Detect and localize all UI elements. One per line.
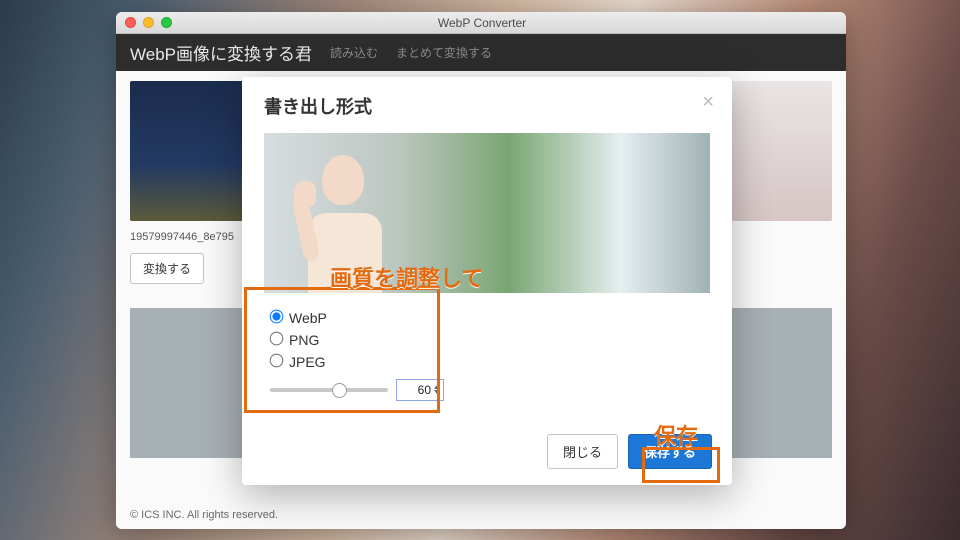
window-title: WebP Converter: [118, 16, 846, 30]
dialog-title: 書き出し形式: [264, 93, 710, 119]
app-title: WebP画像に変換する君: [130, 40, 312, 65]
convert-button[interactable]: 変換する: [130, 253, 204, 284]
close-icon[interactable]: ×: [702, 91, 714, 114]
nav-batch-convert[interactable]: まとめて変換する: [396, 44, 492, 61]
app-window: WebP Converter WebP画像に変換する君 読み込む まとめて変換す…: [116, 12, 846, 529]
export-dialog: × 書き出し形式 WebP PNG JPEG: [242, 77, 732, 485]
annotation-text-quality: 画質を調整して: [330, 261, 483, 293]
annotation-box-save: [642, 447, 720, 483]
titlebar: WebP Converter: [116, 12, 846, 34]
annotation-text-save: 保存: [654, 419, 698, 451]
annotation-box-format: [244, 287, 440, 413]
body-area: 19579997446_8e795 変換する © ICS INC. All ri…: [116, 71, 846, 529]
copyright: © ICS INC. All rights reserved.: [130, 509, 278, 521]
nav-load[interactable]: 読み込む: [330, 44, 378, 61]
close-button[interactable]: 閉じる: [547, 434, 618, 469]
app-header: WebP画像に変換する君 読み込む まとめて変換する: [116, 34, 846, 71]
